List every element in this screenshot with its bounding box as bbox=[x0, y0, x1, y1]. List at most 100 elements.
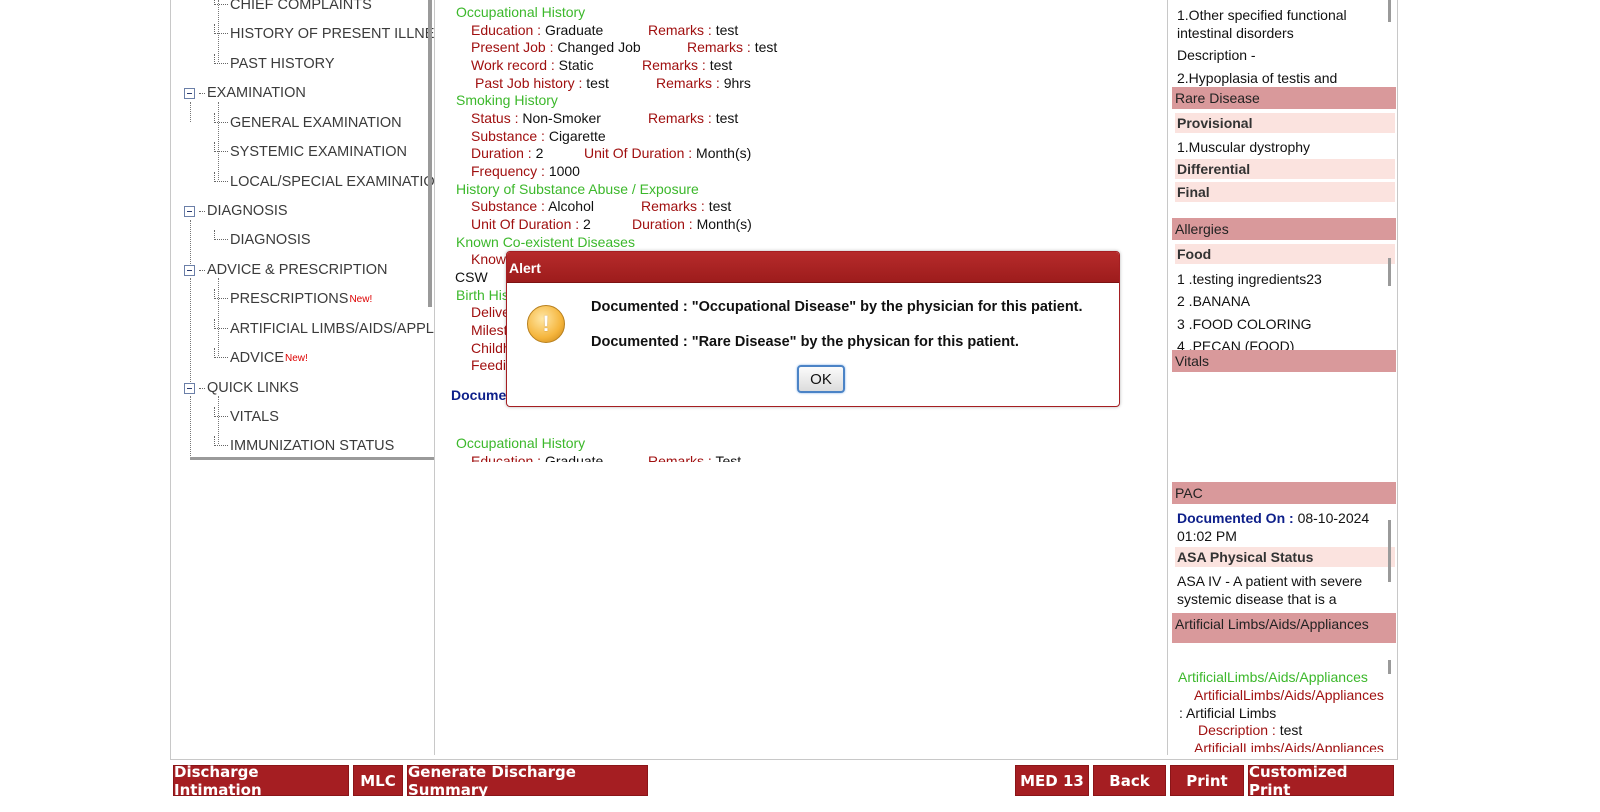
tree-item-quick-links[interactable]: QUICK LINKS bbox=[184, 380, 299, 396]
limbs-section-title: ArtificialLimbs/Aids/Appliances bbox=[1178, 669, 1368, 685]
tree-item-advice[interactable]: ADVICE New! bbox=[214, 348, 308, 366]
scrollbar[interactable] bbox=[1388, 520, 1391, 582]
scrollbar[interactable] bbox=[1388, 258, 1391, 286]
tree-item-artificial-limbs[interactable]: ARTIFICIAL LIMBS/AIDS/APPLIANCES bbox=[214, 319, 434, 337]
remarks-row: Remarks : 9hrs bbox=[656, 75, 751, 91]
discharge-intimation-button[interactable]: Discharge Intimation bbox=[173, 763, 349, 799]
panel-divider bbox=[1167, 0, 1168, 755]
pac-header: PAC bbox=[1172, 482, 1396, 504]
work-record-row: Work record : Static bbox=[471, 57, 594, 73]
tree-item-diagnosis-group[interactable]: DIAGNOSIS bbox=[184, 203, 288, 219]
alert-dialog: Alert ! Documented : "Occupational Disea… bbox=[506, 251, 1120, 407]
tree-item-prescriptions[interactable]: PRESCRIPTIONS New! bbox=[214, 289, 373, 307]
back-button[interactable]: Back bbox=[1093, 765, 1166, 796]
ok-button[interactable]: OK bbox=[797, 365, 845, 393]
tree-item-label: SYSTEMIC EXAMINATION bbox=[230, 144, 407, 160]
alert-title: Alert bbox=[507, 252, 1119, 283]
diagnosis-scroll-box[interactable]: 1.Other specified functional intestinal … bbox=[1170, 0, 1398, 86]
food-label: Food bbox=[1175, 244, 1395, 264]
tree-vertical-scrollbar[interactable] bbox=[428, 0, 432, 307]
differential-label: Differential bbox=[1175, 159, 1395, 179]
tree-item-chief-complaints[interactable]: CHIEF COMPLAINTS bbox=[214, 0, 372, 13]
documented-label: Docume bbox=[451, 387, 507, 403]
allergy-item: 3 .FOOD COLORING bbox=[1177, 316, 1312, 332]
tree-item-label: EXAMINATION bbox=[207, 85, 306, 101]
tree-line bbox=[190, 396, 191, 456]
section-title: History of Substance Abuse / Exposure bbox=[456, 181, 699, 197]
tree-item-systemic-examination[interactable]: SYSTEMIC EXAMINATION bbox=[214, 142, 407, 160]
warning-icon: ! bbox=[527, 305, 565, 343]
mlc-button[interactable]: MLC bbox=[353, 765, 403, 796]
panel-divider bbox=[434, 0, 435, 755]
limbs-description: Description : test bbox=[1198, 722, 1303, 738]
diagnosis-item: 1.Other specified functional intestinal … bbox=[1177, 7, 1347, 41]
collapse-icon[interactable] bbox=[184, 264, 195, 276]
tree-item-label: DIAGNOSIS bbox=[230, 232, 311, 248]
education-row: Education : Graduate bbox=[471, 22, 604, 38]
tree-item-label: VITALS bbox=[230, 409, 279, 425]
past-job-row: Past Job history : test bbox=[475, 75, 609, 91]
tree-item-label: QUICK LINKS bbox=[207, 380, 299, 396]
customized-print-button[interactable]: Customized Print bbox=[1248, 763, 1394, 799]
tree-item-label: ADVICE bbox=[230, 350, 284, 366]
allergy-item: 2 .BANANA bbox=[1177, 293, 1251, 309]
collapse-icon[interactable] bbox=[184, 205, 195, 217]
tree-item-history-present-illness[interactable]: HISTORY OF PRESENT ILLNESS bbox=[214, 24, 434, 42]
tree-item-general-examination[interactable]: GENERAL EXAMINATION bbox=[214, 113, 402, 131]
tree-item-label: LOCAL/SPECIAL EXAMINATION bbox=[230, 174, 434, 190]
provisional-item: 1.Muscular dystrophy bbox=[1177, 139, 1311, 155]
generate-discharge-summary-button[interactable]: Generate Discharge Summary bbox=[407, 763, 648, 799]
diagnosis-item: 2.Hypoplasia of testis and bbox=[1177, 70, 1338, 86]
tree-item-label: DIAGNOSIS bbox=[207, 203, 288, 219]
allergies-header: Allergies bbox=[1172, 218, 1396, 240]
provisional-label: Provisional bbox=[1175, 113, 1395, 133]
limbs-value: : Artificial Limbs bbox=[1179, 705, 1277, 721]
tree-item-vitals[interactable]: VITALS bbox=[214, 407, 279, 425]
section-title: Birth His bbox=[456, 287, 509, 303]
present-job-row: Present Job : Changed Job bbox=[471, 39, 641, 55]
print-button[interactable]: Print bbox=[1170, 765, 1244, 796]
collapse-icon[interactable] bbox=[184, 87, 195, 99]
known-label: Know bbox=[471, 251, 507, 267]
tree-item-label: PAST HISTORY bbox=[230, 56, 335, 72]
tree-item-label: HISTORY OF PRESENT ILLNESS bbox=[230, 26, 434, 42]
delivery-label: Delive bbox=[471, 304, 510, 320]
education-row: Education : Graduate bbox=[471, 453, 604, 462]
tree-line bbox=[190, 220, 191, 264]
tree-item-diagnosis[interactable]: DIAGNOSIS bbox=[214, 230, 311, 248]
tree-item-advice-prescription[interactable]: ADVICE & PRESCRIPTION bbox=[184, 262, 387, 278]
tree-horizontal-scrollbar[interactable] bbox=[190, 457, 435, 460]
scrollbar[interactable] bbox=[1388, 660, 1391, 674]
status-row: Status : Non-Smoker bbox=[471, 110, 601, 126]
allergy-list[interactable]: 1 .testing ingredients23 2 .BANANA 3 .FO… bbox=[1170, 266, 1398, 350]
limbs-label: ArtificialLimbs/Aids/Appliances bbox=[1194, 740, 1384, 752]
diagnosis-description: Description - bbox=[1177, 47, 1256, 63]
final-label: Final bbox=[1175, 182, 1395, 202]
alert-message: Documented : "Occupational Disease" by t… bbox=[591, 299, 1083, 315]
remarks-row: Remarks : test bbox=[648, 22, 739, 38]
milestones-label: Milest bbox=[471, 322, 508, 338]
med13-button[interactable]: MED 13 bbox=[1015, 765, 1089, 796]
limbs-header: Artificial Limbs/Aids/Appliances bbox=[1172, 613, 1396, 643]
alert-message: Documented : "Rare Disease" by the physi… bbox=[591, 334, 1019, 350]
tree-item-label: GENERAL EXAMINATION bbox=[230, 115, 402, 131]
tree-item-past-history[interactable]: PAST HISTORY bbox=[214, 54, 335, 72]
limbs-scroll-box[interactable]: ArtificialLimbs/Aids/Appliances Artifici… bbox=[1170, 660, 1398, 752]
tree-item-examination[interactable]: EXAMINATION bbox=[184, 85, 306, 101]
collapse-icon[interactable] bbox=[184, 382, 195, 394]
childhood-label: Childh bbox=[471, 340, 511, 356]
tree-item-immunization-status[interactable]: IMMUNIZATION STATUS bbox=[214, 436, 394, 454]
allergy-item: 4 .PECAN (FOOD) bbox=[1177, 338, 1295, 350]
scrollbar[interactable] bbox=[1388, 0, 1391, 22]
duration-row: Duration : 2 bbox=[471, 145, 544, 161]
tree-item-local-special-examination[interactable]: LOCAL/SPECIAL EXAMINATION bbox=[214, 172, 434, 190]
rare-disease-header: Rare Disease bbox=[1172, 87, 1396, 109]
tree-item-label: ARTIFICIAL LIMBS/AIDS/APPLIANCES bbox=[230, 321, 434, 337]
section-title: Occupational History bbox=[456, 435, 586, 451]
new-badge: New! bbox=[349, 293, 373, 305]
asa-text: ASA IV - A patient with severe systemic … bbox=[1177, 573, 1363, 607]
section-title: Known Co-existent Diseases bbox=[456, 234, 635, 250]
remarks-row: Remarks : test bbox=[687, 39, 778, 55]
unit-duration-row: Unit Of Duration : Month(s) bbox=[584, 145, 752, 161]
asa-label: ASA Physical Status bbox=[1175, 547, 1395, 567]
